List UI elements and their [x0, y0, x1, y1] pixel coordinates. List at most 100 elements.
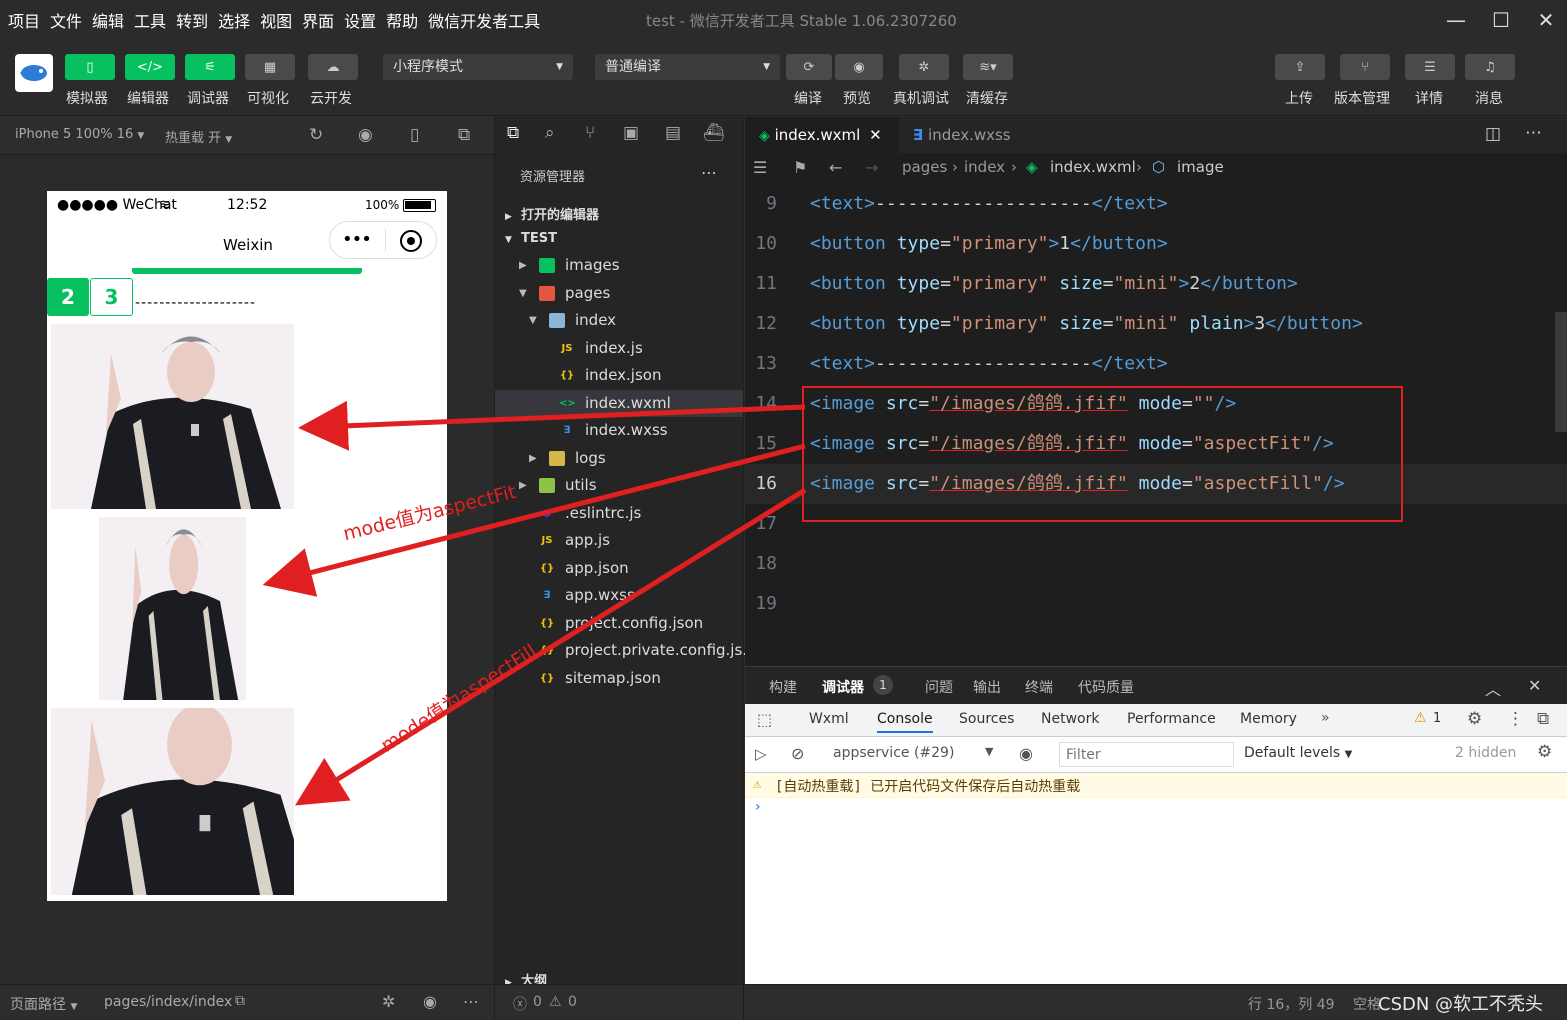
- filter-input[interactable]: [1059, 742, 1234, 767]
- hidden-count[interactable]: 2 hidden: [1455, 745, 1516, 761]
- debugger-toggle-button[interactable]: ⚟: [185, 54, 235, 80]
- open-editors-header[interactable]: ▶ 打开的编辑器: [505, 204, 599, 223]
- back-arrow-icon[interactable]: ←: [829, 153, 842, 182]
- tree-item[interactable]: ▶ logs: [495, 445, 743, 472]
- maximize-button[interactable]: ☐: [1486, 6, 1516, 34]
- devtools-inner-tab[interactable]: Memory: [1240, 711, 1297, 727]
- tree-item[interactable]: ● .eslintrc.js: [495, 500, 743, 527]
- tree-item[interactable]: ▶ utils: [495, 472, 743, 499]
- menu-item[interactable]: 项目: [8, 8, 40, 32]
- more-dots-icon[interactable]: •••: [342, 229, 372, 250]
- console-prompt[interactable]: ›: [755, 799, 761, 815]
- compile-mode-select[interactable]: 普通编译 ▼: [595, 54, 780, 80]
- devtools-tab[interactable]: 调试器: [822, 677, 864, 697]
- warning-count[interactable]: 1: [1433, 711, 1441, 726]
- cloud-button[interactable]: ☁: [308, 54, 358, 80]
- button-3-plain[interactable]: 3: [90, 278, 133, 316]
- gear-icon[interactable]: ⚙: [1467, 709, 1482, 729]
- tree-item[interactable]: ▼ index: [495, 307, 743, 334]
- more-icon[interactable]: ⋯: [463, 992, 479, 1011]
- forward-arrow-icon[interactable]: →: [865, 153, 878, 182]
- tab-index-wxml[interactable]: ◈ index.wxml ✕: [745, 117, 898, 153]
- menu-item[interactable]: 视图: [260, 8, 292, 32]
- crumb-symbol[interactable]: image: [1177, 153, 1224, 182]
- close-window-button[interactable]: ✕: [1531, 6, 1561, 34]
- menu-item[interactable]: 帮助: [386, 8, 418, 32]
- menu-item[interactable]: 选择: [218, 8, 250, 32]
- devtools-tab[interactable]: 代码质量: [1078, 677, 1134, 697]
- list-icon[interactable]: ☰: [753, 153, 767, 182]
- tree-item[interactable]: ∃ app.wxss: [495, 582, 743, 609]
- devtools-inner-tab[interactable]: Sources: [959, 711, 1014, 727]
- device-icon[interactable]: ▯: [410, 125, 419, 145]
- refresh-icon[interactable]: ↻: [309, 125, 323, 145]
- eye-icon[interactable]: ◉: [423, 992, 437, 1011]
- bookmark-icon[interactable]: ⚑: [793, 153, 807, 182]
- menu-item[interactable]: 编辑: [92, 8, 124, 32]
- more-actions-icon[interactable]: ⋯: [701, 163, 717, 182]
- files-icon[interactable]: ⧉: [507, 123, 519, 143]
- close-panel-icon[interactable]: ✕: [1528, 676, 1541, 695]
- menu-item[interactable]: 设置: [344, 8, 376, 32]
- tree-item[interactable]: JS index.js: [495, 335, 743, 362]
- gear-icon[interactable]: ⚙: [1537, 742, 1552, 762]
- compile-button[interactable]: ⟳: [786, 54, 832, 80]
- close-tab-icon[interactable]: ✕: [869, 126, 882, 144]
- capsule-menu[interactable]: •••: [329, 221, 437, 259]
- eye-icon[interactable]: ◉: [1019, 744, 1033, 763]
- extensions-icon[interactable]: ▣: [623, 123, 639, 143]
- minimize-button[interactable]: —: [1441, 6, 1471, 34]
- tree-item[interactable]: JS app.js: [495, 527, 743, 554]
- tree-item[interactable]: ∃ index.wxss: [495, 417, 743, 444]
- mode-select[interactable]: 小程序模式 ▼: [383, 54, 573, 80]
- copy-icon[interactable]: ⧉: [235, 993, 245, 1009]
- device-select[interactable]: iPhone 5 100% 16 ▼: [15, 127, 144, 142]
- problems-status[interactable]: ⓧ 0 ⚠ 0: [495, 984, 743, 1020]
- tree-item[interactable]: ▼ pages: [495, 280, 743, 307]
- devtools-tab[interactable]: 构建: [769, 677, 797, 697]
- tree-item[interactable]: {} project.config.json: [495, 610, 743, 637]
- code-editor[interactable]: 9 <text>--------------------</text> 10 <but…: [745, 182, 1567, 666]
- tree-item[interactable]: {} app.json: [495, 555, 743, 582]
- devtools-inner-tab[interactable]: Network: [1041, 711, 1099, 727]
- remote-debug-button[interactable]: ✲: [899, 54, 949, 80]
- docker-icon[interactable]: ⛴: [703, 123, 725, 143]
- devtools-inner-tab[interactable]: Wxml: [809, 711, 849, 727]
- storage-icon[interactable]: ▤: [665, 123, 681, 143]
- clear-cache-button[interactable]: ≋▾: [963, 54, 1013, 80]
- bug-icon[interactable]: ✲: [382, 992, 395, 1011]
- scrollbar[interactable]: [1555, 312, 1567, 432]
- page-path-select[interactable]: 页面路径 ▼: [10, 994, 77, 1014]
- devtools-inner-tab[interactable]: Console: [877, 711, 933, 733]
- menu-item[interactable]: 微信开发者工具: [428, 8, 540, 32]
- project-avatar[interactable]: [15, 54, 53, 92]
- tree-item[interactable]: ▶ images: [495, 252, 743, 279]
- messages-button[interactable]: ♫: [1465, 54, 1515, 80]
- tree-item[interactable]: {} index.json: [495, 362, 743, 389]
- upload-button[interactable]: ⇪: [1275, 54, 1325, 80]
- crumb-index[interactable]: index: [964, 153, 1005, 182]
- popout-icon[interactable]: ⧉: [458, 125, 470, 145]
- clear-console-icon[interactable]: ⊘: [791, 744, 804, 763]
- crumb-file[interactable]: index.wxml: [1050, 153, 1136, 182]
- visual-button[interactable]: ▦: [245, 54, 295, 80]
- inspect-icon[interactable]: ⬚: [757, 710, 772, 729]
- editor-toggle-button[interactable]: </>: [125, 54, 175, 80]
- stop-icon[interactable]: ◉: [358, 125, 373, 145]
- simulator-toggle-button[interactable]: ▯: [65, 54, 115, 80]
- devtools-tab[interactable]: 输出: [973, 677, 1001, 697]
- menu-item[interactable]: 工具: [134, 8, 166, 32]
- preview-button[interactable]: ◉: [835, 54, 883, 80]
- tree-item[interactable]: <> index.wxml: [495, 389, 743, 417]
- button-1-primary[interactable]: [132, 268, 362, 274]
- tree-item[interactable]: {} sitemap.json: [495, 665, 743, 692]
- close-circle-icon[interactable]: [400, 230, 422, 252]
- menu-item[interactable]: 界面: [302, 8, 334, 32]
- devtools-tab[interactable]: 终端: [1025, 677, 1053, 697]
- project-header[interactable]: ▼ TEST: [505, 231, 557, 246]
- crumb-pages[interactable]: pages: [902, 153, 947, 182]
- indent-setting[interactable]: 空格: [1353, 994, 1381, 1014]
- hot-reload-select[interactable]: 热重载 开 ▼: [165, 127, 232, 146]
- source-control-icon[interactable]: ⑂: [585, 123, 595, 143]
- details-button[interactable]: ☰: [1405, 54, 1455, 80]
